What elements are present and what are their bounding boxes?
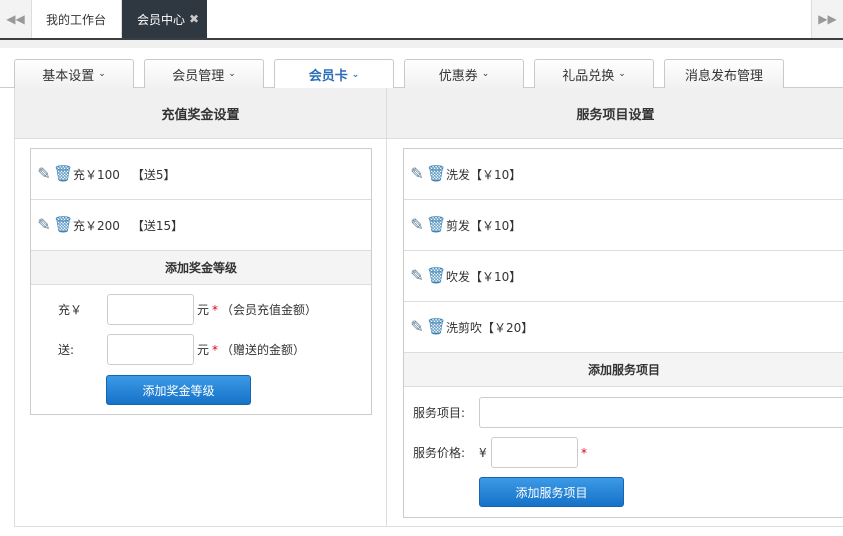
unit-label: 元 bbox=[197, 343, 210, 357]
delete-icon[interactable]: 🗑 bbox=[426, 318, 446, 336]
required-mark: * bbox=[581, 445, 587, 460]
charge-hint: （会员充值金额） bbox=[221, 303, 318, 317]
list-item: ✎ 🗑 充￥100 【送5】 bbox=[31, 149, 371, 200]
service-name-row: 服务项目: bbox=[413, 397, 843, 428]
tab-gift-exchange[interactable]: 礼品兑换 ⌄ bbox=[534, 59, 654, 88]
page-tab-member-center[interactable]: 会员中心 ✖ bbox=[122, 0, 207, 38]
service-price-input[interactable] bbox=[491, 437, 578, 468]
recharge-bonus-panel: ✎ 🗑 充￥100 【送5】 ✎ 🗑 充￥200 【送15】 添加奖金等级 充￥… bbox=[30, 148, 372, 415]
gift-label: 送: bbox=[58, 343, 75, 357]
edit-icon[interactable]: ✎ bbox=[35, 216, 53, 234]
divider bbox=[14, 526, 843, 527]
chevron-down-icon: ⌄ bbox=[228, 69, 236, 79]
tab-member-card[interactable]: 会员卡 ⌄ bbox=[274, 59, 394, 89]
close-icon[interactable]: ✖ bbox=[189, 12, 199, 26]
edit-icon[interactable]: ✎ bbox=[408, 267, 426, 285]
service-price-row: 服务价格: ¥ * bbox=[413, 437, 590, 468]
edit-icon[interactable]: ✎ bbox=[408, 165, 426, 183]
chevron-down-icon: ⌄ bbox=[98, 69, 106, 79]
module-tab-bar: 基本设置 ⌄ 会员管理 ⌄ 会员卡 ⌄ 优惠券 ⌄ 礼品兑换 ⌄ 消息发布管理 bbox=[0, 48, 843, 89]
list-item: ✎ 🗑 洗剪吹【￥20】 bbox=[404, 302, 843, 353]
page-tab-workbench[interactable]: 我的工作台 bbox=[32, 0, 122, 38]
tab-message-publishing[interactable]: 消息发布管理 bbox=[664, 59, 784, 88]
double-right-arrow-icon: ▶▶ bbox=[818, 12, 837, 26]
charge-label: 充￥ bbox=[58, 303, 83, 317]
tab-scroll-right-button[interactable]: ▶▶ bbox=[811, 0, 843, 38]
tab-label: 会员卡 bbox=[308, 69, 348, 84]
delete-icon[interactable]: 🗑 bbox=[426, 165, 446, 183]
service-name-input[interactable] bbox=[479, 397, 843, 428]
tab-basic-settings[interactable]: 基本设置 ⌄ bbox=[14, 59, 134, 88]
required-mark: * bbox=[212, 302, 219, 317]
delete-icon[interactable]: 🗑 bbox=[53, 216, 73, 234]
service-items-section: 服务项目设置 ✎ 🗑 洗发【￥10】 ✎ 🗑 剪发【￥10】 ✎ 🗑 吹发【￥1… bbox=[387, 88, 843, 526]
gift-amount: 【送5】 bbox=[131, 167, 176, 182]
page-tab-label: 我的工作台 bbox=[46, 12, 107, 27]
service-item-text: 剪发【￥10】 bbox=[446, 218, 522, 233]
page-tab-bar: ◀◀ 我的工作台 会员中心 ✖ ▶▶ bbox=[0, 0, 843, 40]
list-item: ✎ 🗑 洗发【￥10】 bbox=[404, 149, 843, 200]
gift-hint: （赠送的金额） bbox=[221, 343, 306, 357]
list-item: ✎ 🗑 剪发【￥10】 bbox=[404, 200, 843, 251]
delete-icon[interactable]: 🗑 bbox=[53, 165, 73, 183]
edit-icon[interactable]: ✎ bbox=[35, 165, 53, 183]
chevron-down-icon: ⌄ bbox=[481, 69, 490, 79]
member-card-settings: 充值奖金设置 ✎ 🗑 充￥100 【送5】 ✎ 🗑 充￥200 【送15】 添加… bbox=[14, 88, 843, 526]
service-item-text: 吹发【￥10】 bbox=[446, 269, 522, 284]
add-bonus-level-button[interactable]: 添加奖金等级 bbox=[106, 375, 251, 405]
service-item-text: 洗发【￥10】 bbox=[446, 167, 522, 182]
content-top-band bbox=[0, 40, 843, 48]
tab-label: 基本设置 bbox=[42, 68, 95, 84]
add-bonus-title: 添加奖金等级 bbox=[31, 251, 371, 285]
double-left-arrow-icon: ◀◀ bbox=[6, 12, 25, 26]
service-price-label: 服务价格: bbox=[413, 446, 466, 460]
tab-coupons[interactable]: 优惠券 ⌄ bbox=[404, 59, 524, 88]
gift-amount-row: 送: 元 * （赠送的金额） bbox=[58, 334, 305, 365]
delete-icon[interactable]: 🗑 bbox=[426, 267, 446, 285]
add-service-item-button[interactable]: 添加服务项目 bbox=[479, 477, 624, 507]
tab-member-management[interactable]: 会员管理 ⌄ bbox=[144, 59, 264, 88]
chevron-down-icon: ⌄ bbox=[618, 69, 626, 79]
gift-amount: 【送15】 bbox=[131, 218, 184, 233]
section-title: 充值奖金设置 bbox=[15, 88, 386, 139]
unit-label: 元 bbox=[197, 303, 210, 317]
recharge-bonus-section: 充值奖金设置 ✎ 🗑 充￥100 【送5】 ✎ 🗑 充￥200 【送15】 添加… bbox=[15, 88, 387, 526]
edit-icon[interactable]: ✎ bbox=[408, 318, 426, 336]
recharge-amount: 充￥100 bbox=[73, 167, 120, 182]
required-mark: * bbox=[212, 342, 219, 357]
section-title: 服务项目设置 bbox=[387, 88, 843, 139]
tab-label: 优惠券 bbox=[438, 68, 478, 84]
page-tab-label: 会员中心 bbox=[137, 12, 186, 27]
service-item-text: 洗剪吹【￥20】 bbox=[446, 320, 534, 335]
tab-label: 会员管理 bbox=[172, 68, 225, 84]
delete-icon[interactable]: 🗑 bbox=[426, 216, 446, 234]
tab-label: 消息发布管理 bbox=[684, 68, 763, 84]
edit-icon[interactable]: ✎ bbox=[408, 216, 426, 234]
tab-label: 礼品兑换 bbox=[562, 68, 615, 84]
service-name-label: 服务项目: bbox=[413, 406, 466, 420]
chevron-down-icon: ⌄ bbox=[351, 69, 360, 80]
recharge-amount: 充￥200 bbox=[73, 218, 120, 233]
gift-amount-input[interactable] bbox=[107, 334, 194, 365]
list-item: ✎ 🗑 吹发【￥10】 bbox=[404, 251, 843, 302]
charge-amount-row: 充￥ 元 * （会员充值金额） bbox=[58, 294, 317, 325]
charge-amount-input[interactable] bbox=[107, 294, 194, 325]
service-items-panel: ✎ 🗑 洗发【￥10】 ✎ 🗑 剪发【￥10】 ✎ 🗑 吹发【￥10】 ✎ 🗑 … bbox=[403, 148, 843, 518]
currency-symbol: ¥ bbox=[479, 445, 487, 460]
add-service-title: 添加服务项目 bbox=[404, 353, 843, 387]
list-item: ✎ 🗑 充￥200 【送15】 bbox=[31, 200, 371, 251]
tab-scroll-left-button[interactable]: ◀◀ bbox=[0, 0, 32, 38]
